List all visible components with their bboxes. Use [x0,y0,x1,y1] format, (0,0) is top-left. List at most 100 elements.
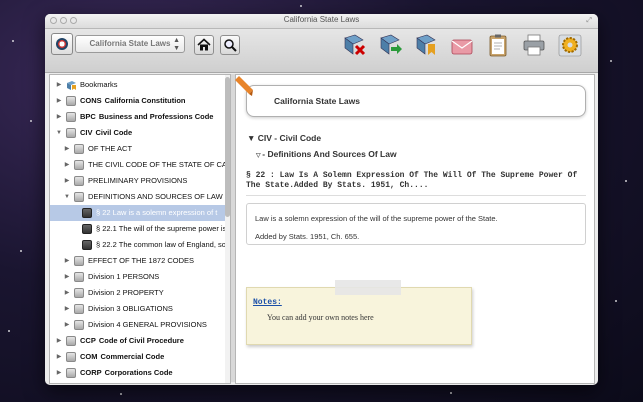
tree-leaf[interactable]: § 22 Law is a solemn expression of t [50,205,225,221]
tree-node[interactable]: ▼ DEFINITIONS AND SOURCES OF LAW [50,189,225,205]
disclosure-collapsed-icon[interactable]: ▶ [56,349,62,365]
tree-node[interactable]: ▶ PRELIMINARY PROVISIONS [50,173,225,189]
tree-node[interactable]: ▶ Bookmarks [50,77,225,93]
tree-item-code: COM [80,352,98,361]
disclosure-collapsed-icon[interactable]: ▶ [64,141,70,157]
bookmark-icon[interactable] [413,32,439,58]
tree-node[interactable]: ▶ CORP Corporations Code [50,365,225,381]
tree-item-label: DEFINITIONS AND SOURCES OF LAW [88,189,223,205]
tree-node[interactable]: ▶ BPC Business and Professions Code [50,109,225,125]
disclosure-collapsed-icon[interactable]: ▶ [64,301,70,317]
toolbar: California State Laws ▲ ▼ [45,29,598,73]
tree-item-text: Division 4 GENERAL PROVISIONS [88,320,207,329]
tree-item-text: THE CIVIL CODE OF THE STATE OF CALI [88,160,225,169]
disclosure-collapsed-icon[interactable]: ▶ [56,109,62,125]
tree-item-label: Division 2 PROPERTY [88,285,164,301]
book-icon [74,272,84,282]
tree-item-text: Division 1 PERSONS [88,272,160,281]
settings-icon[interactable] [557,32,583,58]
tree-node[interactable]: ▶ Division 2 PROPERTY [50,285,225,301]
book-icon [74,288,84,298]
disclosure-collapsed-icon[interactable]: ▶ [56,93,62,109]
tree-node[interactable]: ▶ CONS California Constitution [50,93,225,109]
disclosure-collapsed-icon[interactable]: ▶ [64,173,70,189]
tree-item-label: Division 4 GENERAL PROVISIONS [88,317,207,333]
disclosure-expanded-icon[interactable]: ▼ [64,189,70,205]
search-button[interactable] [220,35,240,55]
book-icon [74,304,84,314]
book-select[interactable]: California State Laws ▲ ▼ [75,35,185,53]
tree-node[interactable]: ▶ CCP Code of Civil Procedure [50,333,225,349]
book-icon [66,112,76,122]
book-icon [74,192,84,202]
book-icon [74,176,84,186]
tree-node[interactable]: ▶ EFFECT OF THE 1872 CODES [50,253,225,269]
notes-link[interactable]: Notes: [253,298,282,307]
disclosure-collapsed-icon[interactable]: ▶ [64,269,70,285]
fullscreen-icon[interactable]: ⤢ [586,17,592,25]
add-bookmark-icon[interactable] [377,32,403,58]
section-title[interactable]: ▽ - Definitions And Sources Of Law [256,149,397,159]
sidebar-scrollbar[interactable] [225,75,230,383]
disclosure-collapsed-icon[interactable]: ▶ [64,317,70,333]
tree-item-label: THE CIVIL CODE OF THE STATE OF CALI [88,157,225,173]
tree-leaf[interactable]: § 22.1 The will of the supreme power is [50,221,225,237]
app-window: California State Laws ⤢ California State… [45,14,598,385]
window-title: California State Laws [283,15,360,24]
document-icon [82,240,92,250]
tree-item-code: BPC [80,112,96,121]
tree-node[interactable]: ▶ Division 4 GENERAL PROVISIONS [50,317,225,333]
tree-item-label: Division 3 OBLIGATIONS [88,301,173,317]
book-icon [74,160,84,170]
home-button[interactable] [194,35,214,55]
tree-item-text: Civil Code [95,128,133,137]
bookmark-ribbon-icon[interactable] [233,76,253,96]
tree-node[interactable]: ▶ COM Commercial Code [50,349,225,365]
law-paragraph: Law is a solemn expression of the will o… [255,214,498,223]
disclosure-collapsed-icon[interactable]: ▶ [56,333,62,349]
code-title[interactable]: ▼ CIV - Civil Code [247,133,321,143]
clipboard-icon[interactable] [485,32,511,58]
tree-item-text: Business and Professions Code [98,112,214,121]
disclosure-collapsed-icon[interactable]: ▶ [56,381,62,383]
tree-node[interactable]: ▶ Division 3 OBLIGATIONS [50,301,225,317]
email-icon[interactable] [449,32,475,58]
disclosure-collapsed-icon[interactable]: ▶ [56,365,62,381]
tree-item-text: DEFINITIONS AND SOURCES OF LAW [88,192,223,201]
book-icon [74,320,84,330]
tree-item-label: CIV Civil Code [80,125,132,141]
tree-node[interactable]: ▶ THE CIVIL CODE OF THE STATE OF CALI [50,157,225,173]
tree-node[interactable]: ▶ EDUEducation Code [50,381,225,383]
tree-node[interactable]: ▶ OF THE ACT [50,141,225,157]
disclosure-expanded-icon[interactable]: ▼ [56,125,62,141]
tree-item-text: EFFECT OF THE 1872 CODES [88,256,194,265]
disclosure-collapsed-icon[interactable]: ▶ [56,77,62,93]
book-select-value: California State Laws [89,39,171,48]
tree-item-text: § 22 Law is a solemn expression of t [96,208,218,217]
sidebar-scrollbar-thumb[interactable] [225,77,230,217]
law-source: Added by Stats. 1951, Ch. 655. [255,232,360,241]
book-icon [66,352,76,362]
tree-item-label: § 22.1 The will of the supreme power is [96,221,225,237]
tree-item-label: OF THE ACT [88,141,132,157]
tree-item-text: OF THE ACT [88,144,133,153]
tree-node[interactable]: ▶ Division 1 PERSONS [50,269,225,285]
expanded-triangle-icon: ▼ [247,133,258,143]
print-icon[interactable] [521,32,547,58]
disclosure-collapsed-icon[interactable]: ▶ [64,253,70,269]
section-heading: § 22 : Law Is A Solemn Expression Of The… [246,171,578,190]
book-icon [74,144,84,154]
disclosure-collapsed-icon[interactable]: ▶ [64,285,70,301]
tree-leaf[interactable]: § 22.2 The common law of England, so [50,237,225,253]
tree-item-code: CIV [80,128,93,137]
tree-item-label: Division 1 PERSONS [88,269,159,285]
tree-item-label: Bookmarks [80,77,118,93]
disclosure-collapsed-icon[interactable]: ▶ [64,157,70,173]
tree-node[interactable]: ▼ CIV Civil Code [50,125,225,141]
tree-item-text: § 22.1 The will of the supreme power is [96,224,225,233]
content-pane: California State Laws ▼ CIV - Civil Code… [235,74,595,384]
remove-bookmark-icon[interactable] [341,32,367,58]
notes-card[interactable]: Notes: You can add your own notes here [246,280,472,345]
tree-item-code: CONS [80,96,102,105]
content-header: California State Laws [246,85,586,117]
